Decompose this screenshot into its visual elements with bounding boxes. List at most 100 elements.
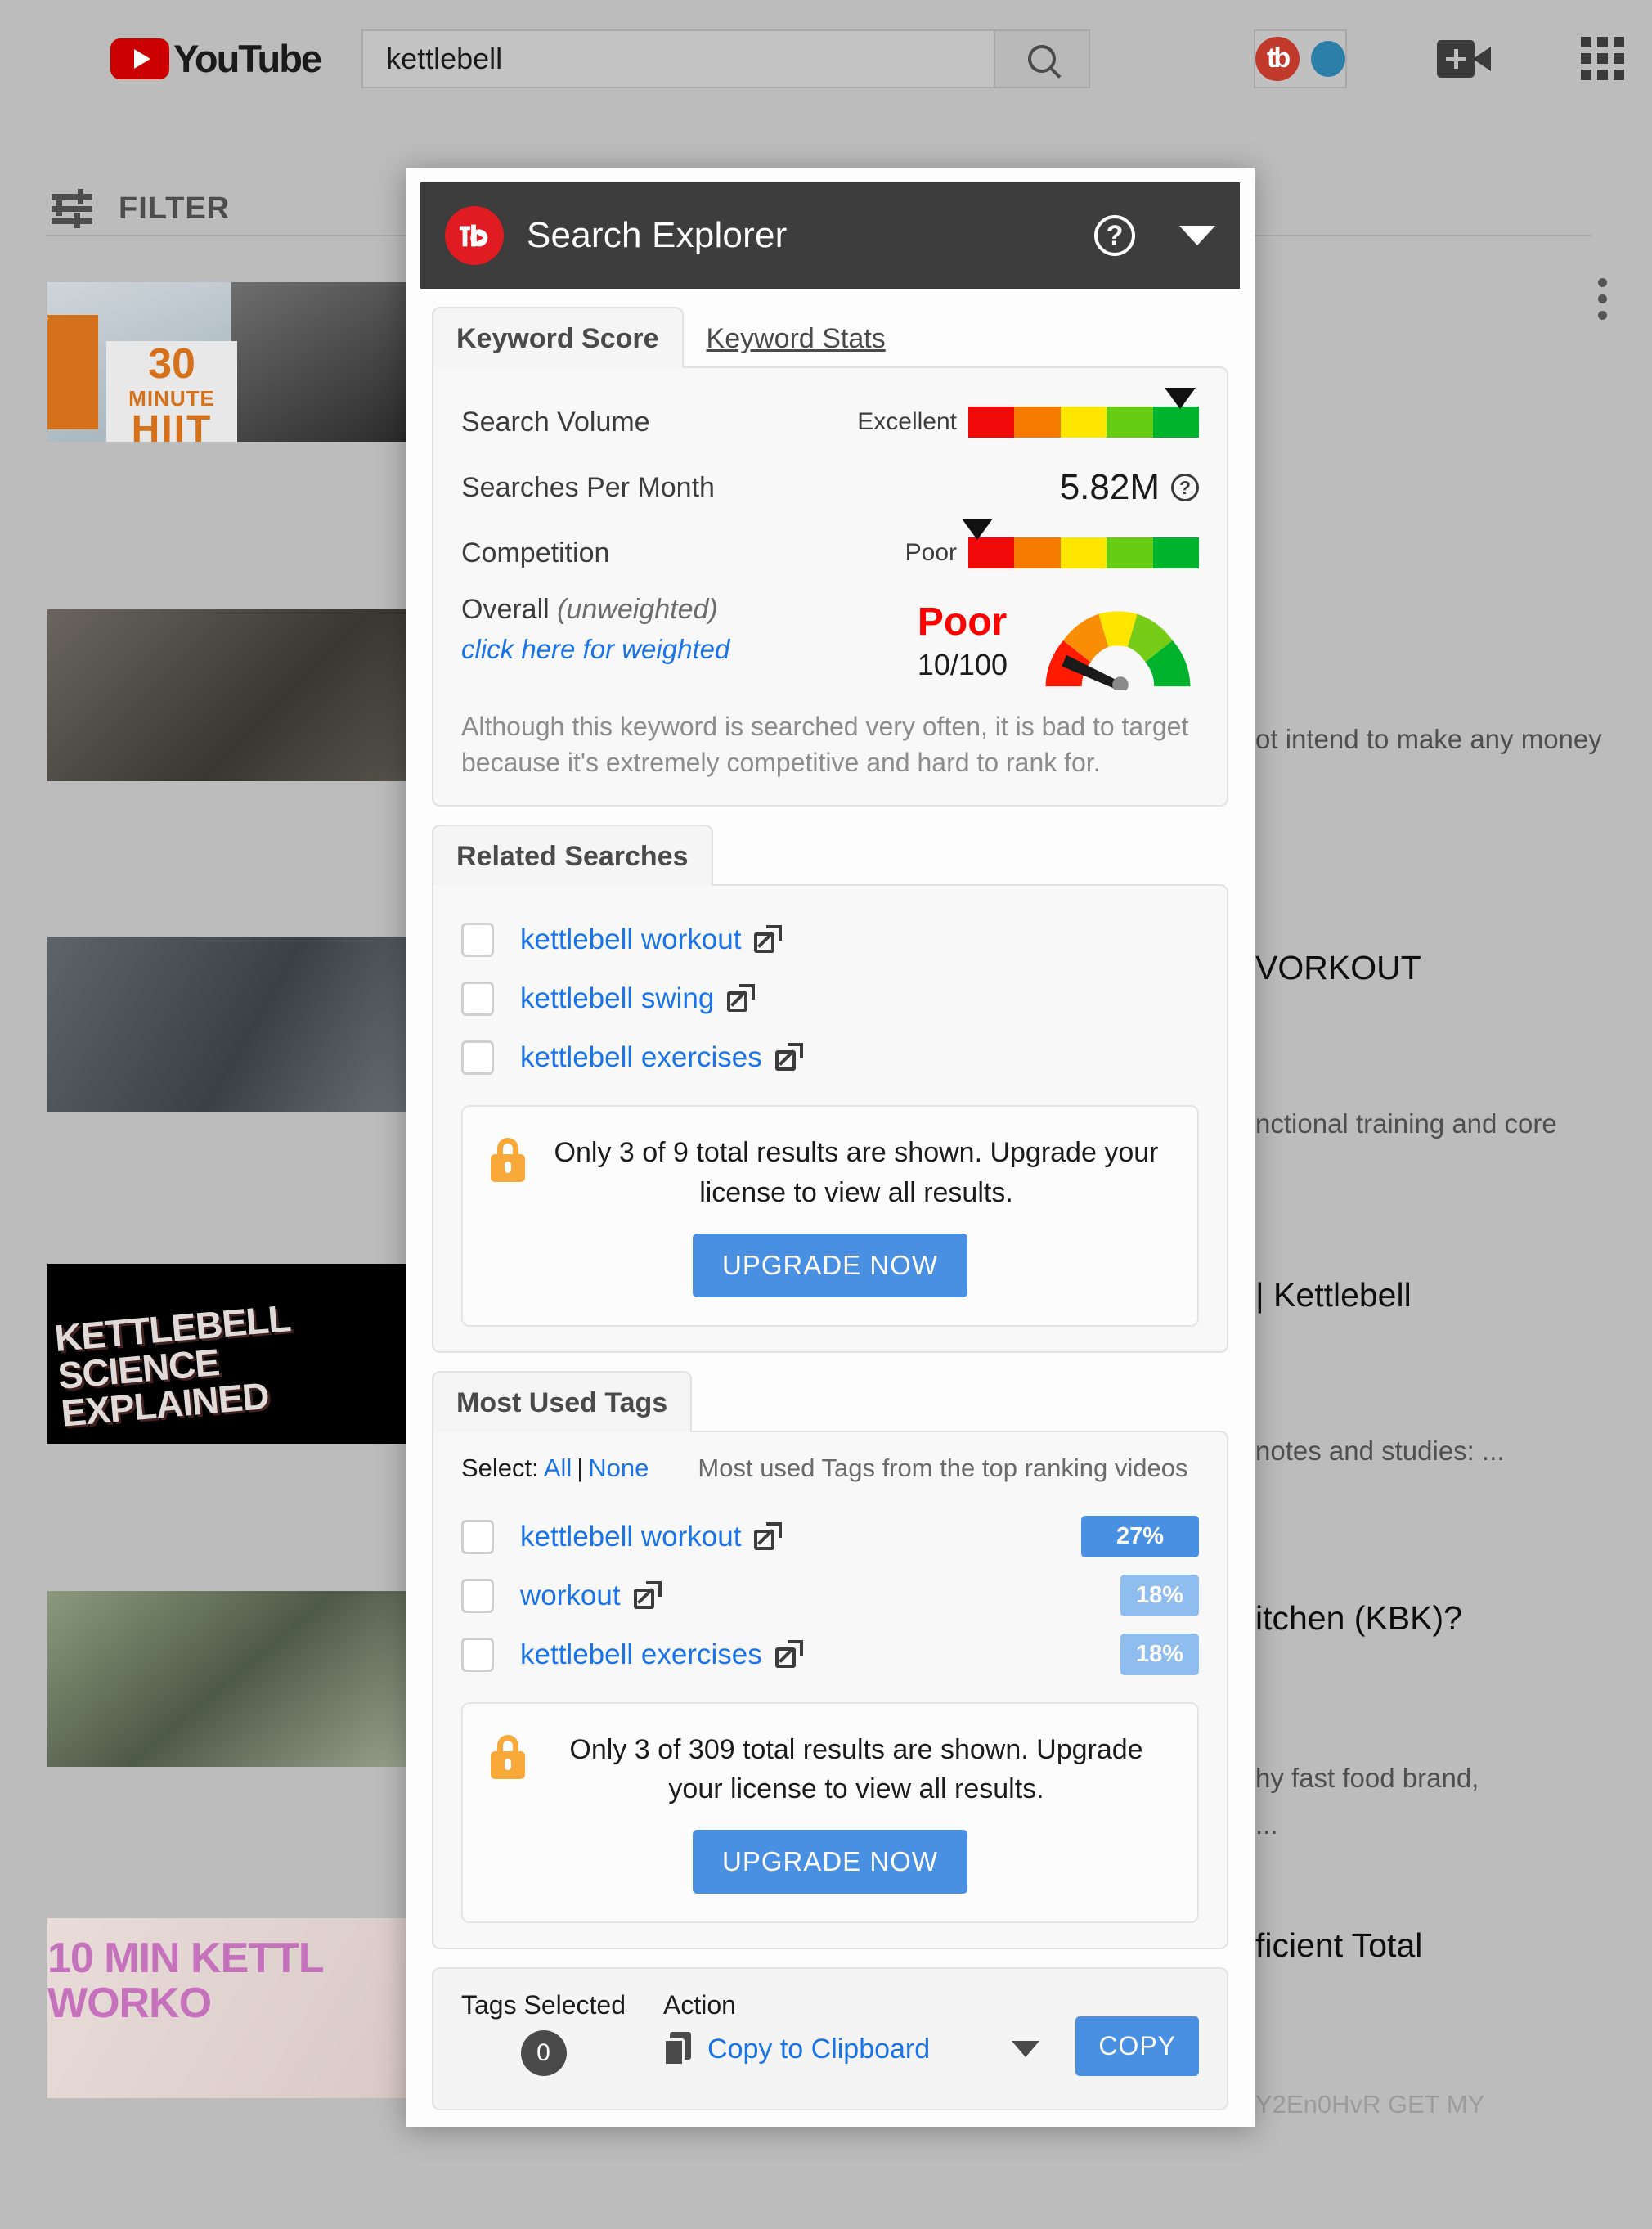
video-thumbnail[interactable]: NO EQUIPMENT 30 MINUTE HIIT WORKOUT [47, 282, 415, 442]
select-none-link[interactable]: None [588, 1454, 649, 1483]
select-separator: | [577, 1453, 584, 1482]
list-item[interactable]: kettlebell exercises 18% [461, 1629, 1199, 1681]
upgrade-notice: Only 3 of 9 total results are shown. Upg… [461, 1105, 1199, 1327]
video-thumbnail[interactable]: KETTLEBELL SCIENCE EXPLAINED [47, 1264, 415, 1444]
upgrade-notice: Only 3 of 309 total results are shown. U… [461, 1701, 1199, 1924]
select-label: Select: [461, 1453, 539, 1482]
video-thumbnail[interactable]: 10 MIN KETTL WORKO [47, 1918, 415, 2098]
search-icon [1028, 44, 1057, 73]
thumb-line-2: MINUTE [106, 387, 237, 410]
tag-percent-badge: 18% [1120, 1575, 1199, 1617]
checkbox[interactable] [461, 1637, 494, 1672]
tab-most-used-tags[interactable]: Most Used Tags [432, 1370, 693, 1432]
result-title: | Kettlebell [1255, 1276, 1412, 1314]
tag-label[interactable]: kettlebell exercises [520, 1638, 762, 1671]
tags-selected-group: Tags Selected 0 [461, 1990, 626, 2077]
chevron-down-icon[interactable] [1179, 226, 1215, 245]
checkbox[interactable] [461, 923, 494, 958]
overall-note: Although this keyword is searched very o… [461, 712, 1189, 778]
searches-per-month-label: Searches Per Month [461, 471, 715, 503]
search-button[interactable] [995, 29, 1091, 88]
action-label: Action [663, 1990, 736, 2020]
speedometer-gauge-icon [1045, 611, 1191, 690]
related-search-label[interactable]: kettlebell exercises [520, 1041, 762, 1074]
action-group: Action Copy to Clipboard [663, 1990, 1040, 2067]
help-circle-icon[interactable]: ? [1094, 215, 1135, 256]
competition-rating: Poor [905, 539, 957, 566]
competition-label: Competition [461, 537, 610, 568]
tab-keyword-score[interactable]: Keyword Score [432, 307, 684, 368]
lock-icon [491, 1734, 525, 1779]
checkbox[interactable] [461, 1040, 494, 1076]
result-description: ot intend to make any money [1255, 724, 1602, 754]
panel-header: Search Explorer ? [420, 182, 1240, 289]
select-all-link[interactable]: All [544, 1454, 572, 1483]
upgrade-now-button[interactable]: UPGRADE NOW [692, 1830, 967, 1894]
external-link-icon[interactable] [774, 1639, 803, 1668]
result-title: ficient Total [1255, 1926, 1423, 1964]
thumb-line-3: HIIT [106, 410, 237, 442]
upgrade-message: Only 3 of 309 total results are shown. U… [569, 1733, 1143, 1805]
video-thumbnail[interactable] [47, 937, 415, 1112]
competition-marker-icon [962, 519, 994, 540]
youtube-logo[interactable]: YouTube [110, 36, 322, 81]
help-circle-icon[interactable]: ? [1171, 474, 1199, 501]
tubebuddy-toolbar-button[interactable]: tb [1254, 29, 1348, 88]
tag-label[interactable]: workout [520, 1580, 621, 1612]
copy-button[interactable]: COPY [1075, 2016, 1199, 2077]
tab-keyword-stats[interactable]: Keyword Stats [684, 307, 910, 368]
upgrade-now-button[interactable]: UPGRADE NOW [692, 1233, 967, 1297]
tab-related-searches[interactable]: Related Searches [432, 825, 713, 887]
list-item[interactable]: kettlebell swing [461, 973, 1199, 1025]
checkbox[interactable] [461, 1578, 494, 1613]
search-volume-row: Search Volume Excellent [461, 388, 1200, 455]
most-used-tags-body: Select: All | None Most used Tags from t… [432, 1430, 1228, 1950]
related-search-label[interactable]: kettlebell swing [520, 982, 714, 1015]
panel-title: Search Explorer [527, 215, 788, 255]
copy-icon [663, 2032, 693, 2067]
thumbnail-overlay-text: 10 MIN KETTL WORKO [47, 1935, 324, 2027]
checkbox[interactable] [461, 982, 494, 1017]
external-link-icon[interactable] [633, 1580, 662, 1609]
list-item[interactable]: kettlebell workout 27% [461, 1511, 1199, 1563]
action-select[interactable]: Copy to Clipboard [663, 2032, 1040, 2067]
overall-rating: Poor [917, 600, 1008, 644]
action-value: Copy to Clipboard [707, 2033, 931, 2065]
search-volume-label: Search Volume [461, 406, 650, 438]
list-item[interactable]: kettlebell exercises [461, 1031, 1199, 1084]
related-searches-card: Related Searches kettlebell workout kett… [432, 825, 1228, 1353]
tag-percent-badge: 18% [1120, 1634, 1199, 1676]
result-description: Y2En0HvR GET MY [1255, 2090, 1485, 2119]
video-thumbnail[interactable] [47, 1591, 415, 1767]
external-link-icon[interactable] [774, 1043, 803, 1072]
video-thumbnail[interactable] [47, 609, 415, 781]
search-volume-marker-icon [1165, 388, 1196, 409]
select-controls: Select: All | None Most used Tags from t… [461, 1454, 1199, 1483]
external-link-icon[interactable] [754, 925, 783, 954]
filter-label: FILTER [119, 191, 231, 226]
related-search-label[interactable]: kettlebell workout [520, 924, 741, 956]
external-link-icon[interactable] [727, 984, 756, 1013]
youtube-wordmark: YouTube [173, 37, 322, 80]
tags-selected-label: Tags Selected [461, 1990, 626, 2020]
upgrade-message: Only 3 of 9 total results are shown. Upg… [554, 1137, 1159, 1208]
list-item[interactable]: workout 18% [461, 1570, 1199, 1622]
overall-row: Overall (unweighted) click here for weig… [461, 586, 1199, 690]
result-more-options-button[interactable] [1598, 278, 1607, 320]
video-camera-plus-icon [1437, 39, 1492, 78]
weighted-score-link[interactable]: click here for weighted [461, 634, 729, 665]
tag-label[interactable]: kettlebell workout [520, 1521, 741, 1553]
tubebuddy-logo-icon [445, 206, 504, 265]
checkbox[interactable] [461, 1519, 494, 1554]
lock-icon [491, 1138, 525, 1183]
result-title: itchen (KBK)? [1255, 1599, 1462, 1637]
search-input[interactable]: kettlebell [361, 29, 996, 88]
chevron-down-icon[interactable] [1012, 2041, 1040, 2058]
youtube-header: YouTube kettlebell tb [0, 0, 1652, 117]
apps-button[interactable] [1581, 37, 1625, 80]
searches-per-month-row: Searches Per Month 5.82M ? [461, 455, 1199, 520]
list-item[interactable]: kettlebell workout [461, 914, 1199, 966]
panel-footer: Tags Selected 0 Action Copy to Clipboard… [432, 1967, 1228, 2111]
create-video-button[interactable] [1437, 39, 1492, 78]
external-link-icon[interactable] [754, 1521, 783, 1550]
